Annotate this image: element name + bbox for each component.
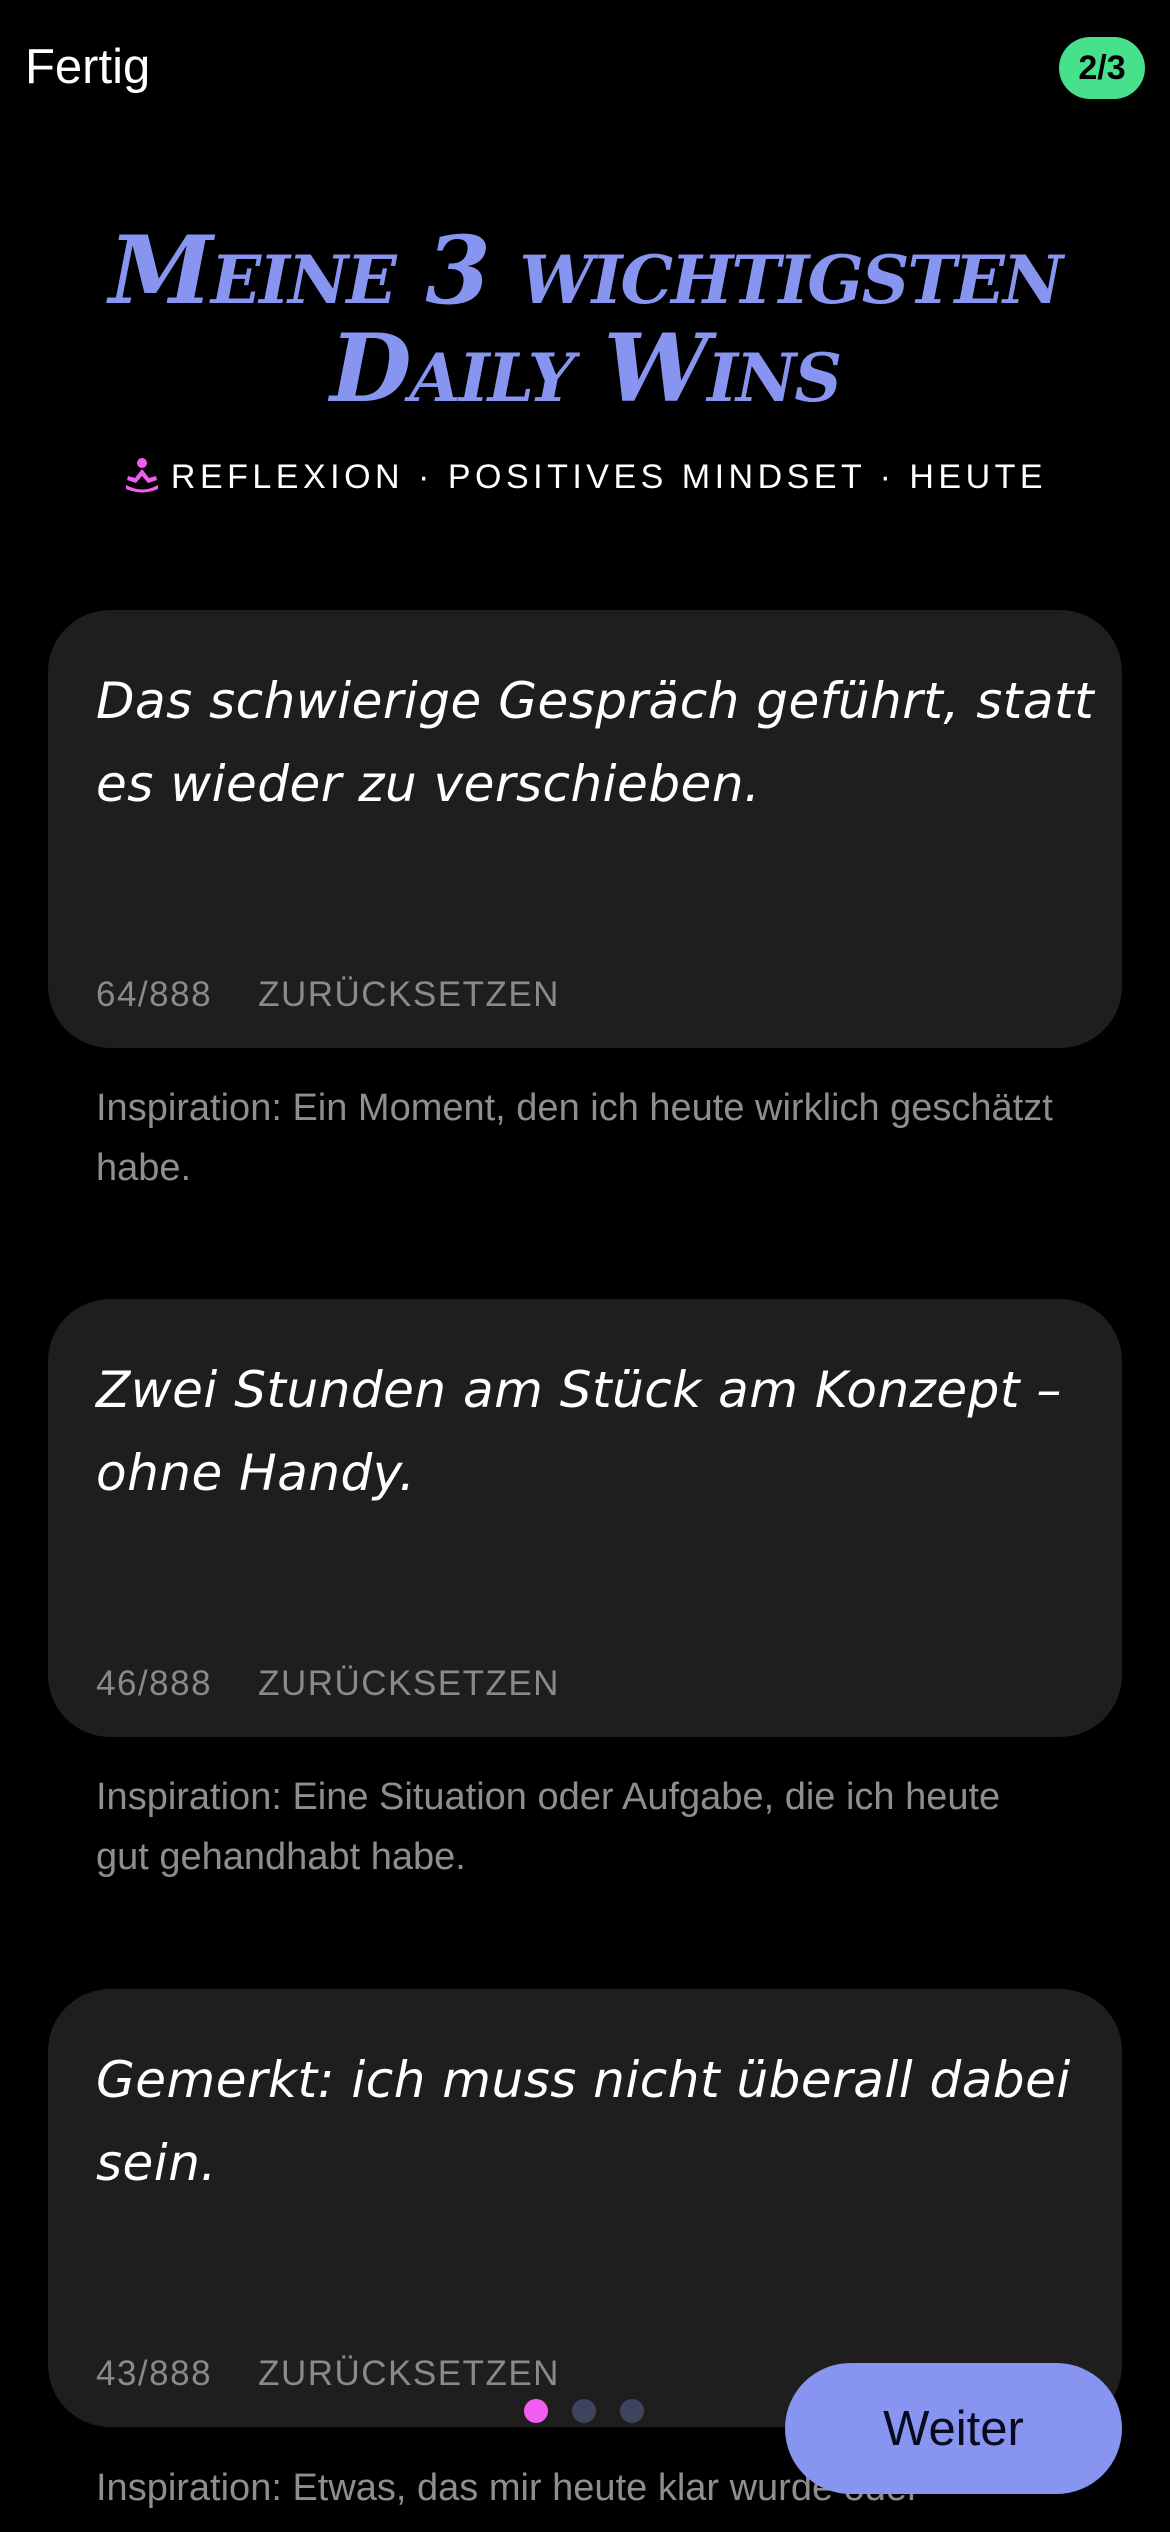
entry-text[interactable]: Gemerkt: ich muss nicht überall dabei se… bbox=[96, 2039, 1096, 2205]
entry-card-2[interactable]: Zwei Stunden am Stück am Konzept – ohne … bbox=[48, 1299, 1122, 1737]
subtitle: REFLEXION · POSITIVES MINDSET · HEUTE bbox=[0, 455, 1170, 505]
entry-text[interactable]: Das schwierige Gespräch geführt, statt e… bbox=[96, 660, 1096, 826]
page-title-line-2: Daily Wins bbox=[329, 314, 842, 424]
reset-button[interactable]: ZURÜCKSETZEN bbox=[258, 1664, 560, 1703]
next-button[interactable]: Weiter bbox=[785, 2363, 1122, 2494]
done-button[interactable]: Fertig bbox=[25, 38, 150, 96]
entry-text[interactable]: Zwei Stunden am Stück am Konzept – ohne … bbox=[96, 1349, 1096, 1515]
char-counter: 64/888 bbox=[96, 975, 213, 1014]
page-title-line-1: Meine 3 wichtigsten bbox=[108, 216, 1063, 326]
entry-card-1[interactable]: Das schwierige Gespräch geführt, statt e… bbox=[48, 610, 1122, 1048]
entry-meta: 46/888 ZURÜCKSETZEN bbox=[96, 1664, 560, 1704]
char-counter: 43/888 bbox=[96, 2354, 213, 2393]
reset-button[interactable]: ZURÜCKSETZEN bbox=[258, 975, 560, 1014]
subtitle-text: REFLEXION · POSITIVES MINDSET · HEUTE bbox=[170, 458, 1048, 496]
entry-card-3[interactable]: Gemerkt: ich muss nicht überall dabei se… bbox=[48, 1989, 1122, 2427]
reset-button[interactable]: ZURÜCKSETZEN bbox=[258, 2354, 560, 2393]
page-dot-1[interactable] bbox=[524, 2399, 548, 2423]
page-title: Meine 3 wichtigsten Daily Wins bbox=[0, 222, 1170, 418]
entry-meta: 64/888 ZURÜCKSETZEN bbox=[96, 975, 560, 1015]
meditation-icon bbox=[123, 456, 161, 505]
page-dot-2[interactable] bbox=[572, 2399, 596, 2423]
page-dot-3[interactable] bbox=[620, 2399, 644, 2423]
inspiration-hint-1: Inspiration: Ein Moment, den ich heute w… bbox=[96, 1087, 1053, 1189]
entry-meta: 43/888 ZURÜCKSETZEN bbox=[96, 2354, 560, 2394]
progress-badge: 2/3 bbox=[1059, 37, 1145, 99]
inspiration-hint-2: Inspiration: Eine Situation oder Aufgabe… bbox=[96, 1776, 1001, 1878]
char-counter: 46/888 bbox=[96, 1664, 213, 1703]
top-bar: Fertig 2/3 bbox=[0, 0, 1170, 130]
